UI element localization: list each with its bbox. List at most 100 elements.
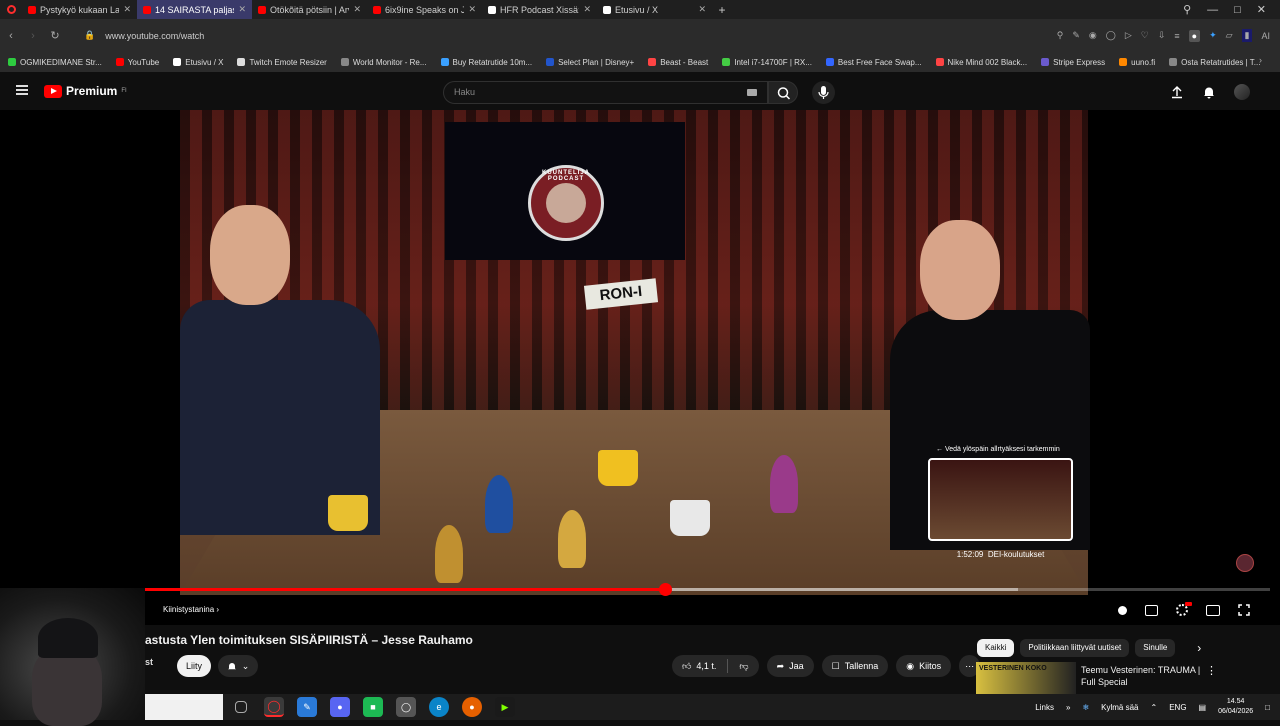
opera-taskbar-icon[interactable]: ◯ xyxy=(264,697,284,717)
taskbar-search-box[interactable] xyxy=(145,694,223,720)
streaming-app-icon[interactable]: ▶ xyxy=(495,697,515,717)
language-indicator[interactable]: ENG xyxy=(1169,703,1186,712)
weather-text[interactable]: Kylmä sää xyxy=(1101,703,1138,712)
minimize-icon[interactable]: — xyxy=(1207,4,1218,16)
upload-icon[interactable] xyxy=(1170,85,1184,99)
discord-icon[interactable]: ● xyxy=(330,697,350,717)
subscribe-bell-button[interactable]: ⌄ xyxy=(218,655,258,677)
browser-tab[interactable]: Etusivu / X ✕ xyxy=(597,0,712,19)
bookmark-item[interactable]: Best Free Face Swap... xyxy=(825,58,922,67)
notifications-icon[interactable]: □ xyxy=(1265,703,1270,712)
search-button[interactable] xyxy=(768,81,798,104)
bookmark-item[interactable]: Etusivu / X xyxy=(173,58,223,67)
chapter-button[interactable]: Kiinistystanina › xyxy=(163,605,219,614)
heart-icon[interactable]: ♡ xyxy=(1141,30,1149,41)
save-button[interactable]: ☐ Tallenna xyxy=(821,655,889,677)
new-tab-button[interactable]: + xyxy=(712,3,732,17)
youtube-logo[interactable]: Premium FI xyxy=(44,84,127,98)
zoom-icon[interactable]: ⚲ xyxy=(1057,30,1064,41)
bookmark-item[interactable]: Beast - Beast xyxy=(648,58,708,67)
menu-icon[interactable]: ≡ xyxy=(1174,31,1179,41)
bookmark-item[interactable]: Osta Retatrutides | T... xyxy=(1169,58,1260,67)
account-avatar[interactable] xyxy=(1234,84,1250,100)
channel-name[interactable]: st xyxy=(145,657,153,667)
green-app-icon[interactable]: ■ xyxy=(363,697,383,717)
close-window-icon[interactable]: ✕ xyxy=(1257,3,1266,16)
hamburger-menu-icon[interactable] xyxy=(16,85,28,95)
bookmark-item[interactable]: YouTube xyxy=(115,58,159,67)
paint-icon[interactable]: ✎ xyxy=(297,697,317,717)
firefox-icon[interactable]: ● xyxy=(462,697,482,717)
browser-tab[interactable]: 6ix9ine Speaks on Jail with✕ xyxy=(367,0,482,19)
fullscreen-icon[interactable] xyxy=(1238,604,1250,616)
close-tab-icon[interactable]: ✕ xyxy=(353,4,361,15)
edge-icon[interactable]: e xyxy=(429,697,449,717)
forward-icon[interactable]: › xyxy=(22,30,44,42)
back-icon[interactable]: ‹ xyxy=(0,30,22,42)
bookmark-item[interactable]: Intel i7-14700F | RX... xyxy=(722,58,812,67)
browser-tab[interactable]: Pystykyö kukaan Lahdess✕ xyxy=(22,0,137,19)
bookmark-item[interactable]: Buy Retatrutide 10m... xyxy=(440,58,532,67)
recommendation-title[interactable]: Teemu Vesterinen: TRAUMA | Full Special xyxy=(1081,664,1201,688)
like-button[interactable]: 👍︎ 4,1 t. 👎︎ xyxy=(672,655,759,677)
bookmark-item[interactable]: Nike Mind 002 Black... xyxy=(935,58,1027,67)
keyboard-icon[interactable] xyxy=(747,89,757,96)
thumbs-down-icon[interactable]: 👎︎ xyxy=(739,661,748,672)
chips-next-icon[interactable]: › xyxy=(1197,641,1201,655)
sidebar-icon[interactable]: ▮ xyxy=(1241,29,1253,42)
close-tab-icon[interactable]: ✕ xyxy=(583,4,591,15)
close-tab-icon[interactable]: ✕ xyxy=(698,4,706,15)
bookmark-item[interactable]: World Monitor - Re... xyxy=(340,58,427,67)
close-tab-icon[interactable]: ✕ xyxy=(468,4,476,15)
bookmark-item[interactable]: Select Plan | Disney+ xyxy=(546,58,634,67)
edit-icon[interactable]: ✎ xyxy=(1072,30,1080,41)
task-view-icon[interactable] xyxy=(235,701,247,713)
bookmark-item[interactable]: OGMIKEDIMANE Str... xyxy=(8,58,102,67)
reload-icon[interactable]: ↻ xyxy=(44,29,66,42)
filter-chip[interactable]: Politiikkaan liittyvät uutiset xyxy=(1020,639,1130,657)
profile-icon[interactable]: ● xyxy=(1188,29,1201,42)
share-button[interactable]: ➦ Jaa xyxy=(766,655,814,677)
theater-mode-icon[interactable] xyxy=(1206,604,1220,616)
browser-tab[interactable]: 14 SAIRASTA paljastusta Yl ✕ xyxy=(137,0,252,19)
bookmark-item[interactable]: Stripe Express xyxy=(1041,58,1105,67)
video-player[interactable]: KUUNTELIJA PODCAST RON-I ← Vedä ylöspäin… xyxy=(0,110,1280,625)
shield-icon[interactable]: ◯ xyxy=(1106,30,1116,41)
search-input[interactable]: Haku xyxy=(443,81,768,104)
browser-tab[interactable]: HFR Podcast Xissä: "Pep✕ xyxy=(482,0,597,19)
settings-gear-icon[interactable] xyxy=(1176,602,1192,616)
thanks-button[interactable]: ◉ Kiitos xyxy=(896,655,952,677)
browser-tab[interactable]: Otökõitä pötsiin | Arvosta ✕ xyxy=(252,0,367,19)
ai-button[interactable]: AI xyxy=(1261,31,1270,41)
shield-app-icon[interactable]: ◯ xyxy=(396,697,416,717)
bookmark-item[interactable]: Twitch Emote Resizer xyxy=(237,58,327,67)
join-button[interactable]: Liity xyxy=(177,655,211,677)
play-icon[interactable]: ▷ xyxy=(1125,30,1132,41)
voice-search-button[interactable] xyxy=(812,81,835,104)
autoplay-toggle-icon[interactable] xyxy=(1118,605,1127,615)
subtitles-icon[interactable] xyxy=(1145,604,1158,616)
network-icon[interactable]: ▤ xyxy=(1199,703,1207,712)
channel-watermark[interactable] xyxy=(1236,554,1254,572)
links-chevron-icon[interactable]: » xyxy=(1066,703,1070,712)
recommendation-more-icon[interactable]: ⋮ xyxy=(1206,664,1217,677)
camera-icon[interactable]: ◉ xyxy=(1089,30,1097,41)
filter-chip[interactable]: Kaikki xyxy=(977,639,1015,657)
opera-logo-icon[interactable] xyxy=(0,5,22,14)
clock[interactable]: 14.54 06/04/2026 xyxy=(1218,697,1253,717)
bookmark-item[interactable]: uuno.fi xyxy=(1119,58,1155,67)
recommendation-thumbnail[interactable]: VESTERINEN KOKO xyxy=(976,662,1076,694)
progress-bar[interactable] xyxy=(10,583,1270,596)
filter-chip[interactable]: Sinulle xyxy=(1135,639,1176,657)
tray-expand-icon[interactable]: ⌃ xyxy=(1151,703,1158,712)
url-field[interactable]: 🔒 www.youtube.com/watch xyxy=(84,30,204,41)
close-tab-icon[interactable]: ✕ xyxy=(123,4,131,15)
close-tab-icon[interactable]: ✕ xyxy=(238,4,246,15)
maximize-icon[interactable]: □ xyxy=(1234,4,1241,16)
links-toolbar[interactable]: Links xyxy=(1035,703,1054,712)
cube-icon[interactable]: ▱ xyxy=(1226,30,1233,41)
notifications-bell-icon[interactable] xyxy=(1202,85,1216,99)
download-icon[interactable]: ⇩ xyxy=(1158,30,1166,41)
bookmarks-more-icon[interactable]: › xyxy=(1259,55,1262,65)
extension-icon[interactable]: ✦ xyxy=(1209,30,1217,41)
